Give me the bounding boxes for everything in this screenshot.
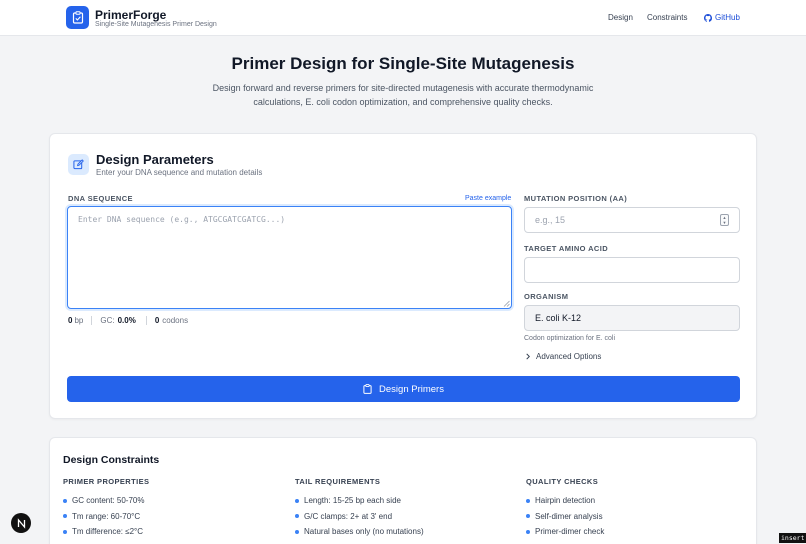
dna-sequence-input[interactable] — [67, 206, 512, 309]
list-item: Hairpin detection — [526, 493, 736, 509]
list-item: Self-dimer analysis — [526, 509, 736, 525]
design-parameters-card: Design Parameters Enter your DNA sequenc… — [49, 133, 757, 419]
list-item: Primer-dimer check — [526, 524, 736, 540]
page-title: Primer Design for Single-Site Mutagenesi… — [231, 54, 575, 73]
stats-divider — [91, 316, 93, 325]
list-item-text: Tm range: 60-70°C — [72, 511, 141, 521]
column-heading: QUALITY CHECKS — [526, 477, 599, 486]
insert-mode-indicator: insert — [779, 533, 806, 543]
design-parameters-title: Design Parameters — [96, 152, 214, 167]
design-parameters-subtitle: Enter your DNA sequence and mutation det… — [96, 168, 263, 177]
design-constraints-card: Design Constraints PRIMER PROPERTIES GC … — [49, 437, 757, 544]
bullet-dot — [295, 514, 299, 519]
primer-properties-column: PRIMER PROPERTIES GC content: 50-70% Tm … — [63, 477, 273, 540]
n-logo-icon — [17, 517, 25, 529]
stats-divider — [145, 316, 147, 325]
list-item: Tm range: 60-70°C — [63, 509, 273, 525]
list-item-text: Primer-dimer check — [535, 527, 605, 537]
quality-checks-column: QUALITY CHECKS Hairpin detection Self-di… — [526, 477, 736, 540]
list-item: Natural bases only (no mutations) — [295, 524, 505, 540]
gc-value: 0.0% — [117, 316, 136, 325]
clipboard-logo-icon[interactable] — [66, 6, 89, 29]
list-item: G/C clamps: 2+ at 3' end — [295, 509, 505, 525]
github-icon — [704, 13, 712, 22]
mutation-position-label: MUTATION POSITION (AA) — [524, 194, 628, 203]
codon-count: 0 — [154, 316, 160, 325]
edit-icon — [68, 154, 89, 175]
list-item-text: Natural bases only (no mutations) — [304, 527, 424, 537]
codon-unit: codons — [162, 316, 189, 325]
list-item-text: Hairpin detection — [535, 496, 596, 506]
list-item-text: Length: 15-25 bp each side — [304, 496, 401, 506]
column-heading: TAIL REQUIREMENTS — [295, 477, 381, 486]
tail-requirements-column: TAIL REQUIREMENTS Length: 15-25 bp each … — [295, 477, 505, 540]
list-item: Tm difference: ≤2°C — [63, 524, 273, 540]
design-primers-label: Design Primers — [379, 383, 444, 395]
sequence-stats: 0 bp GC: 0.0% 0 codons — [68, 316, 188, 325]
nav-constraints[interactable]: Constraints — [647, 13, 687, 22]
brand-tagline: Single-Site Mutagenesis Primer Design — [95, 21, 217, 28]
resize-handle-icon[interactable] — [503, 300, 510, 307]
chevron-right-icon — [526, 353, 530, 360]
bullet-dot — [526, 529, 530, 534]
bullet-dot — [63, 514, 67, 519]
gc-label: GC: — [100, 316, 115, 325]
target-amino-acid-label: TARGET AMINO ACID — [524, 244, 609, 253]
column-heading: PRIMER PROPERTIES — [63, 477, 150, 486]
bp-unit: bp — [74, 316, 84, 325]
list-item-text: Tm difference: ≤2°C — [72, 527, 144, 537]
dev-tools-badge[interactable] — [11, 513, 31, 533]
page-subtitle-line-1: Design forward and reverse primers for s… — [212, 83, 594, 93]
advanced-options-label: Advanced Options — [536, 352, 602, 361]
number-stepper[interactable]: ▲ ▼ — [720, 214, 729, 226]
list-item-text: G/C clamps: 2+ at 3' end — [304, 511, 393, 521]
dna-sequence-label: DNA SEQUENCE — [68, 194, 133, 203]
design-constraints-title: Design Constraints — [63, 454, 160, 466]
organism-helper-text: Codon optimization for E. coli — [524, 335, 616, 342]
nav-design[interactable]: Design — [608, 13, 633, 22]
bullet-dot — [63, 498, 67, 503]
list-item: Length: 15-25 bp each side — [295, 493, 505, 509]
target-amino-acid-select[interactable] — [524, 257, 740, 283]
clipboard-icon — [363, 384, 372, 394]
paste-example-link[interactable]: Paste example — [465, 195, 511, 202]
organism-field[interactable] — [524, 305, 740, 331]
nav-github[interactable]: GitHub — [704, 13, 740, 22]
bullet-dot — [295, 529, 299, 534]
bullet-dot — [526, 498, 530, 503]
advanced-options-toggle[interactable]: Advanced Options — [525, 352, 601, 361]
bullet-dot — [526, 514, 530, 519]
bullet-dot — [63, 529, 67, 534]
list-item-text: GC content: 50-70% — [72, 496, 145, 506]
design-primers-button[interactable]: Design Primers — [67, 376, 740, 402]
mutation-position-input[interactable] — [524, 207, 740, 233]
bp-count: 0 — [68, 316, 73, 325]
list-item-text: Self-dimer analysis — [535, 511, 603, 521]
bullet-dot — [295, 498, 299, 503]
page-subtitle: Design forward and reverse primers for s… — [190, 81, 616, 109]
brand-name[interactable]: PrimerForge — [95, 8, 166, 22]
organism-label: ORGANISM — [524, 292, 569, 301]
top-navbar: PrimerForge Single-Site Mutagenesis Prim… — [0, 0, 806, 36]
list-item: GC content: 50-70% — [63, 493, 273, 509]
page-subtitle-line-2: calculations, E. coli codon optimization… — [253, 97, 553, 107]
nav-github-label: GitHub — [715, 13, 740, 22]
